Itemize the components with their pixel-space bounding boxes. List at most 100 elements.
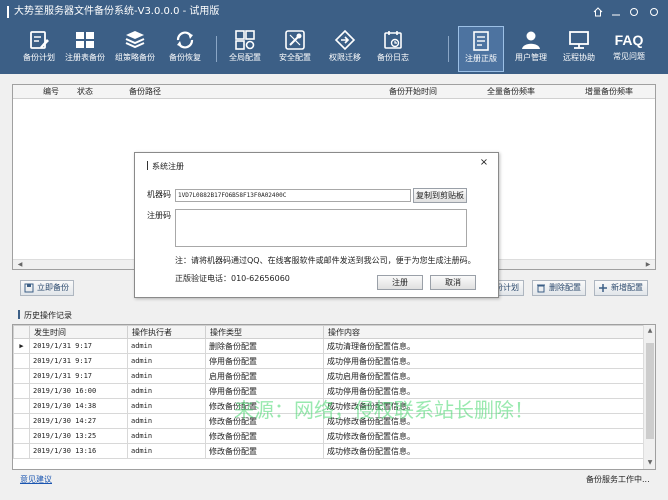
backup-now-button[interactable]: 立即备份	[20, 280, 74, 296]
machine-code-field[interactable]: 1VD7L0882B17FO6B58F13F0A02400C	[175, 189, 411, 202]
register-dialog: 系统注册 × 机器码 1VD7L0882B17FO6B58F13F0A02400…	[134, 152, 499, 298]
global-config-icon	[235, 30, 255, 50]
feedback-link[interactable]: 意见建议	[20, 474, 52, 485]
toolbar-backup-log[interactable]: 备份日志	[370, 26, 416, 72]
history-row[interactable]: 2019/1/30 16:00 admin 停用备份配置 成功停用备份配置信息。	[13, 383, 644, 399]
history-type: 停用备份配置	[205, 383, 324, 399]
dialog-note: 注：请将机器码通过QQ、在线客服软件或邮件发送到我公司，便于为您生成注册码。	[175, 256, 476, 265]
faq-icon: FAQ	[614, 32, 644, 48]
row-indicator	[13, 443, 30, 459]
history-time: 2019/1/30 16:00	[29, 383, 128, 399]
machine-code-label: 机器码	[147, 190, 171, 199]
history-row[interactable]: ▶ 2019/1/31 9:17 admin 删除备份配置 成功清理备份配置信息…	[13, 338, 644, 354]
column-header[interactable]: 备份开始时间	[389, 87, 437, 97]
row-indicator	[13, 413, 30, 429]
history-title-accent	[18, 310, 20, 319]
history-header-row: 发生时间 操作执行者 操作类型 操作内容	[13, 325, 644, 339]
history-time: 2019/1/30 13:16	[29, 443, 128, 459]
register-code-field[interactable]	[175, 209, 467, 247]
close-icon[interactable]	[646, 4, 662, 20]
row-indicator	[13, 368, 30, 384]
current-row-marker-icon: ▶	[13, 338, 30, 354]
copy-to-clipboard-button[interactable]: 复制到剪贴板	[413, 188, 467, 203]
column-header[interactable]: 全量备份频率	[487, 87, 535, 97]
column-header[interactable]: 增量备份频率	[585, 87, 633, 97]
vertical-scrollbar[interactable]: ▲ ▼	[643, 325, 655, 469]
toolbar-faq[interactable]: FAQ 常见问题	[606, 26, 652, 72]
toolbar-permission-migrate[interactable]: 权限迁移	[322, 26, 368, 72]
toolbar-security-config[interactable]: 安全配置	[272, 26, 318, 72]
history-row[interactable]: 2019/1/31 9:17 admin 启用备份配置 成功启用备份配置信息。	[13, 368, 644, 384]
history-content: 成功修改备份配置信息。	[323, 443, 644, 459]
restore-icon[interactable]	[626, 4, 642, 20]
home-icon[interactable]	[590, 4, 606, 20]
column-header[interactable]: 状态	[77, 87, 93, 97]
title-accent	[7, 6, 9, 18]
column-header[interactable]: 操作执行者	[127, 325, 206, 339]
toolbar-global-config[interactable]: 全局配置	[222, 26, 268, 72]
column-header[interactable]: 发生时间	[29, 325, 128, 339]
plus-icon	[599, 284, 607, 292]
history-content: 成功修改备份配置信息。	[323, 428, 644, 444]
delete-config-button[interactable]: 删除配置	[532, 280, 586, 296]
row-indicator-header	[13, 325, 30, 339]
toolbar-backup-plan[interactable]: 备份计划	[16, 26, 62, 72]
restore-icon	[176, 31, 194, 49]
history-time: 2019/1/30 14:38	[29, 398, 128, 414]
history-row[interactable]: 2019/1/30 13:16 admin 修改备份配置 成功修改备份配置信息。	[13, 443, 644, 459]
dialog-close-icon[interactable]: ×	[478, 157, 490, 169]
column-header[interactable]: 操作内容	[323, 325, 644, 339]
toolbar-group-policy[interactable]: 组策略备份	[112, 26, 158, 72]
register-code-label: 注册码	[147, 211, 171, 220]
history-time: 2019/1/31 9:17	[29, 368, 128, 384]
toolbar-backup-plan-label: 备份计划	[23, 53, 55, 62]
toolbar-registry-backup[interactable]: 注册表备份	[62, 26, 108, 72]
history-time: 2019/1/30 14:27	[29, 413, 128, 429]
history-row[interactable]: 2019/1/30 13:25 admin 修改备份配置 成功修改备份配置信息。	[13, 428, 644, 444]
scroll-up-icon[interactable]: ▲	[644, 326, 655, 336]
toolbar-backup-log-label: 备份日志	[377, 53, 409, 62]
dialog-title: 系统注册	[147, 161, 184, 172]
register-icon	[473, 31, 489, 51]
permission-migrate-icon	[334, 29, 356, 51]
history-type: 启用备份配置	[205, 368, 324, 384]
backup-plan-icon	[30, 31, 49, 49]
backup-now-label: 立即备份	[37, 283, 69, 292]
history-row[interactable]: 2019/1/31 9:17 admin 停用备份配置 成功停用备份配置信息。	[13, 353, 644, 369]
toolbar-register[interactable]: 注册正版	[458, 26, 504, 72]
toolbar-security-config-label: 安全配置	[279, 53, 311, 62]
toolbar-restore[interactable]: 备份恢复	[162, 26, 208, 72]
history-user: admin	[127, 353, 206, 369]
toolbar-faq-label: 常见问题	[613, 52, 645, 61]
toolbar-register-label: 注册正版	[465, 54, 497, 63]
history-table[interactable]: 发生时间 操作执行者 操作类型 操作内容 ▶ 2019/1/31 9:17 ad…	[12, 324, 656, 470]
scroll-down-icon[interactable]: ▼	[644, 458, 655, 468]
toolbar-user-manage[interactable]: 用户管理	[508, 26, 554, 72]
minimize-icon[interactable]	[608, 4, 624, 20]
register-button[interactable]: 注册	[377, 275, 423, 290]
backup-now-icon	[24, 283, 34, 293]
column-header[interactable]: 操作类型	[205, 325, 324, 339]
history-content: 成功停用备份配置信息。	[323, 353, 644, 369]
column-header[interactable]: 编号	[43, 87, 59, 97]
group-policy-icon	[125, 31, 145, 49]
user-manage-icon	[522, 31, 540, 49]
history-content: 成功清理备份配置信息。	[323, 338, 644, 354]
column-header[interactable]: 备份路径	[129, 87, 161, 97]
scroll-right-icon[interactable]: ▶	[643, 260, 653, 269]
dialog-title-accent	[147, 161, 148, 170]
toolbar-global-config-label: 全局配置	[229, 53, 261, 62]
history-time: 2019/1/30 13:25	[29, 428, 128, 444]
history-user: admin	[127, 413, 206, 429]
toolbar-separator	[216, 36, 217, 62]
history-user: admin	[127, 368, 206, 384]
toolbar-permission-migrate-label: 权限迁移	[329, 53, 361, 62]
trash-icon	[537, 284, 545, 293]
toolbar: 备份计划 注册表备份 组策略备份 备份恢复 全局配置 安全配置 权限迁移 备份日…	[0, 24, 668, 74]
toolbar-remote-assist[interactable]: 远程协助	[556, 26, 602, 72]
cancel-button[interactable]: 取消	[430, 275, 476, 290]
scroll-left-icon[interactable]: ◀	[15, 260, 25, 269]
history-user: admin	[127, 443, 206, 459]
add-config-button[interactable]: 新增配置	[594, 280, 648, 296]
scrollbar-thumb[interactable]	[646, 343, 654, 439]
